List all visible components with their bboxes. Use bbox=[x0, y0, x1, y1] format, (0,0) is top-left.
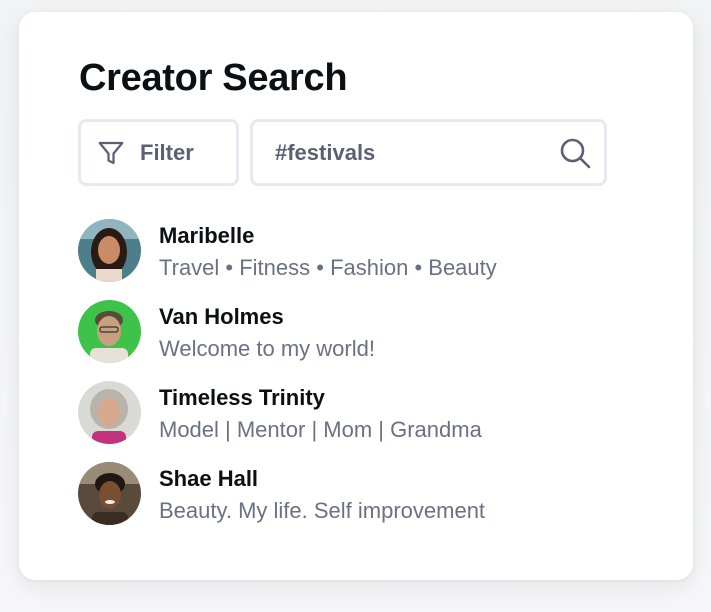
list-item[interactable]: Maribelle Travel • Fitness • Fashion • B… bbox=[78, 219, 638, 300]
avatar bbox=[78, 462, 141, 525]
search-icon[interactable] bbox=[558, 136, 592, 170]
creator-name: Maribelle bbox=[159, 223, 255, 248]
avatar bbox=[78, 381, 141, 444]
search-input[interactable] bbox=[273, 138, 547, 167]
creator-bio: Beauty. My life. Self improvement bbox=[159, 498, 486, 523]
list-item[interactable]: Shae Hall Beauty. My life. Self improvem… bbox=[78, 462, 638, 543]
creator-name: Timeless Trinity bbox=[159, 385, 325, 410]
page-title: Creator Search bbox=[79, 57, 348, 99]
creator-bio: Welcome to my world! bbox=[159, 336, 375, 361]
creator-name: Shae Hall bbox=[159, 466, 259, 491]
page-background: Creator Search Filter #festivals Maribel… bbox=[0, 0, 711, 612]
avatar bbox=[78, 300, 141, 363]
list-item[interactable]: Timeless Trinity Model | Mentor | Mom | … bbox=[78, 381, 638, 462]
search-field[interactable] bbox=[250, 119, 607, 186]
list-item[interactable]: Van Holmes Welcome to my world! bbox=[78, 300, 638, 381]
creator-list: Maribelle Travel • Fitness • Fashion • B… bbox=[78, 219, 638, 543]
filter-button[interactable]: Filter bbox=[78, 119, 239, 186]
filter-icon bbox=[95, 137, 127, 169]
avatar bbox=[78, 219, 141, 282]
creator-bio: Travel • Fitness • Fashion • Beauty bbox=[159, 255, 497, 280]
creator-name: Van Holmes bbox=[159, 304, 284, 329]
creator-bio: Model | Mentor | Mom | Grandma bbox=[159, 417, 482, 442]
creator-search-card: Creator Search Filter #festivals Maribel… bbox=[19, 12, 693, 580]
filter-button-label: Filter bbox=[140, 139, 194, 165]
